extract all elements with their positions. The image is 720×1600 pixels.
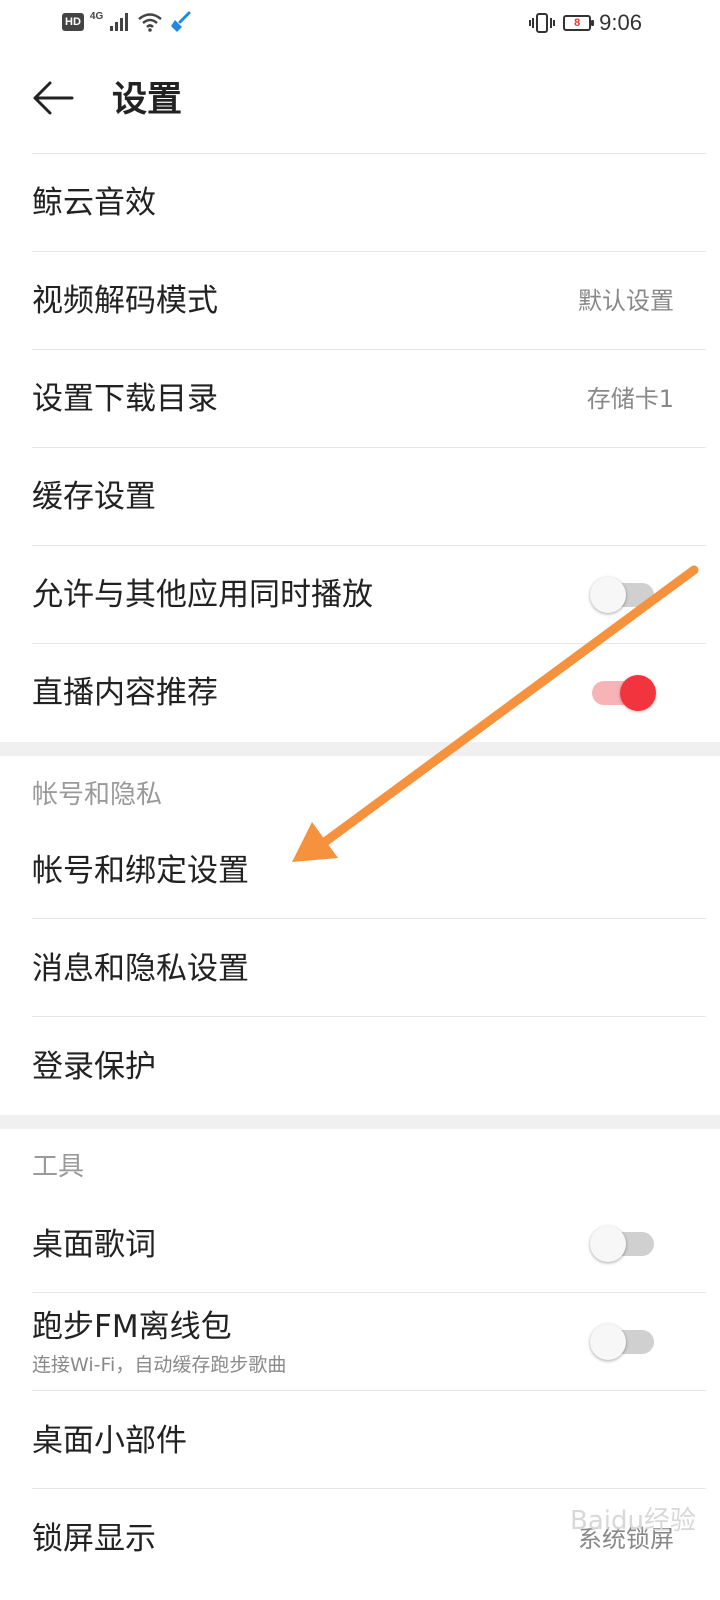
setting-label: 消息和隐私设置 — [32, 951, 249, 987]
network-type: 4G — [89, 11, 104, 22]
app-header: 设置 — [0, 48, 720, 153]
setting-label: 帐号和绑定设置 — [32, 853, 249, 889]
setting-label: 设置下载目录 — [32, 381, 218, 417]
setting-row-live-recommend[interactable]: 直播内容推荐 — [32, 643, 706, 740]
setting-row-desktop-widget[interactable]: 桌面小部件 — [32, 1390, 706, 1487]
toggle-thumb — [590, 577, 626, 613]
setting-label: 登录保护 — [32, 1049, 156, 1085]
cleaner-broom-icon — [171, 11, 191, 32]
setting-label: 视频解码模式 — [32, 283, 218, 319]
status-bar: HD 4G 8 9:06 — [0, 0, 720, 48]
toggle-thumb — [620, 675, 656, 711]
battery-icon: 8 — [563, 15, 595, 31]
running-fm-toggle[interactable] — [590, 1324, 654, 1360]
hd-badge: HD — [62, 13, 84, 31]
setting-row-desktop-lyrics[interactable]: 桌面歌词 — [32, 1195, 706, 1292]
setting-row-login-protection[interactable]: 登录保护 — [32, 1016, 706, 1113]
setting-row-running-fm[interactable]: 跑步FM离线包 连接Wi-Fi，自动缓存跑步歌曲 — [32, 1292, 706, 1389]
status-left: HD 4G — [62, 11, 193, 33]
signal-icon — [110, 13, 129, 31]
concurrent-play-toggle[interactable] — [590, 577, 654, 613]
section-title-account-privacy: 帐号和隐私 — [32, 780, 163, 810]
setting-row-concurrent-play[interactable]: 允许与其他应用同时播放 — [32, 545, 706, 642]
vibrate-icon — [529, 13, 556, 33]
page-title: 设置 — [112, 80, 183, 120]
setting-subtitle: 连接Wi-Fi，自动缓存跑步歌曲 — [32, 1354, 287, 1376]
setting-row-sound-effects[interactable]: 鲸云音效 — [32, 153, 706, 250]
setting-label: 鲸云音效 — [32, 185, 156, 221]
live-recommend-toggle[interactable] — [592, 675, 656, 711]
back-arrow-icon — [33, 81, 74, 115]
setting-value: 默认设置 — [578, 287, 674, 315]
setting-label: 直播内容推荐 — [32, 675, 218, 711]
setting-row-account-binding[interactable]: 帐号和绑定设置 — [32, 821, 706, 918]
wifi-icon — [138, 13, 163, 32]
desktop-lyrics-toggle[interactable] — [590, 1226, 654, 1262]
toggle-thumb — [590, 1324, 626, 1360]
watermark-logo: Baidu经验 — [570, 1506, 696, 1536]
setting-label: 桌面歌词 — [32, 1227, 156, 1263]
setting-row-cache[interactable]: 缓存设置 — [32, 447, 706, 544]
setting-label: 缓存设置 — [32, 479, 156, 515]
setting-label: 跑步FM离线包 — [32, 1309, 232, 1345]
setting-row-message-privacy[interactable]: 消息和隐私设置 — [32, 918, 706, 1015]
setting-row-download-dir[interactable]: 设置下载目录 存储卡1 — [32, 349, 706, 446]
setting-label: 允许与其他应用同时播放 — [32, 577, 373, 613]
setting-label: 桌面小部件 — [32, 1423, 187, 1459]
section-divider — [0, 1115, 720, 1129]
section-title-tools: 工具 — [32, 1152, 85, 1182]
status-right: 8 9:06 — [529, 10, 642, 36]
back-button[interactable] — [30, 76, 80, 120]
clock: 9:06 — [599, 10, 642, 35]
section-divider — [0, 742, 720, 756]
battery-level: 8 — [574, 17, 581, 29]
setting-row-video-decode[interactable]: 视频解码模式 默认设置 — [32, 251, 706, 348]
setting-value: 存储卡1 — [586, 385, 674, 413]
setting-label: 锁屏显示 — [32, 1521, 156, 1557]
toggle-thumb — [590, 1226, 626, 1262]
